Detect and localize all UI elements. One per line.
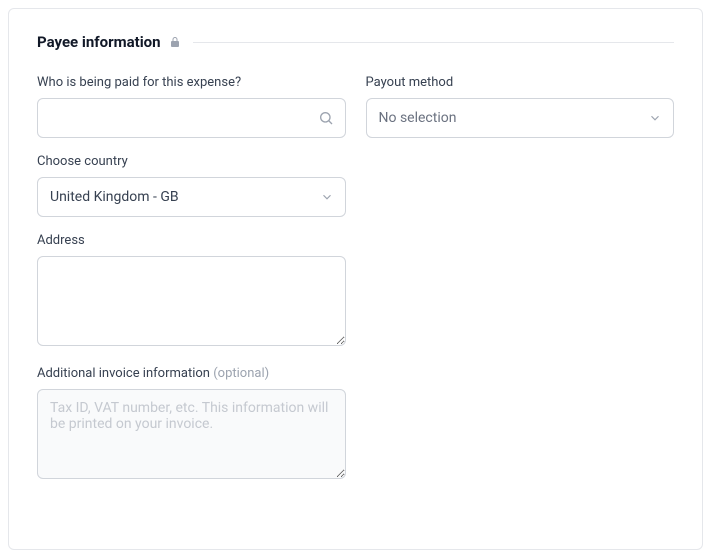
header-divider xyxy=(193,42,674,43)
address-textarea[interactable] xyxy=(37,256,346,346)
country-label: Choose country xyxy=(37,154,346,169)
section-header: Payee information xyxy=(37,33,674,51)
payout-method-label: Payout method xyxy=(366,75,675,90)
lock-icon xyxy=(169,36,181,48)
section-title: Payee information xyxy=(37,33,161,51)
additional-info-textarea[interactable] xyxy=(37,389,346,479)
payee-information-card: Payee information Who is being paid for … xyxy=(8,8,703,550)
country-select[interactable]: United Kingdom - GB xyxy=(37,177,346,217)
payee-search-input[interactable] xyxy=(37,98,346,138)
address-label: Address xyxy=(37,233,346,248)
payout-method-select[interactable]: No selection xyxy=(366,98,675,138)
optional-text: (optional) xyxy=(213,366,269,381)
payee-label: Who is being paid for this expense? xyxy=(37,75,346,90)
additional-info-label: Additional invoice information (optional… xyxy=(37,366,346,381)
